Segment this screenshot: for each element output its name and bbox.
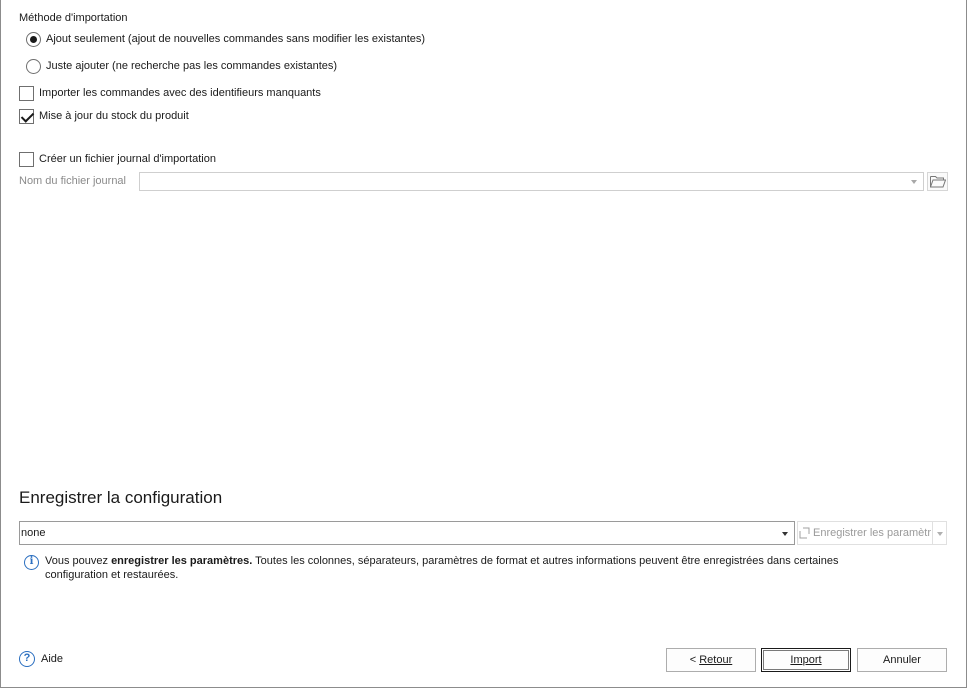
info-text-bold: enregistrer les paramètres. bbox=[111, 555, 253, 567]
config-selected-value: none bbox=[21, 527, 46, 539]
info-text-prefix: Vous pouvez bbox=[45, 555, 112, 567]
save-config-title: Enregistrer la configuration bbox=[19, 488, 223, 507]
save-settings-icon bbox=[799, 527, 810, 539]
back-button-label: Retour bbox=[699, 654, 733, 666]
checkbox-missing-ids-label: Importer les commandes avec des identifi… bbox=[39, 87, 321, 99]
radio-just-add[interactable]: Juste ajouter (ne recherche pas les comm… bbox=[26, 57, 337, 75]
save-settings-dropdown[interactable] bbox=[932, 522, 946, 544]
import-button-label: Import bbox=[790, 654, 822, 666]
chevron-down-icon bbox=[911, 180, 917, 184]
browse-folder-button[interactable] bbox=[927, 172, 948, 191]
radio-append-only-label: Ajout seulement (ajout de nouvelles comm… bbox=[46, 33, 426, 45]
save-settings-split-button[interactable]: Enregistrer les paramètr bbox=[797, 521, 947, 545]
log-file-combobox[interactable] bbox=[139, 172, 924, 191]
dialog-frame bbox=[0, 0, 967, 688]
save-settings-button[interactable]: Enregistrer les paramètr bbox=[798, 522, 932, 544]
log-file-label: Nom du fichier journal bbox=[19, 175, 126, 187]
info-text: Vous pouvez enregistrer les paramètres. … bbox=[45, 554, 838, 582]
checkbox-create-log[interactable]: Créer un fichier journal d'importation bbox=[19, 150, 216, 168]
back-button-prefix: < bbox=[689, 654, 700, 666]
radio-just-add-label: Juste ajouter (ne recherche pas les comm… bbox=[46, 60, 338, 72]
checkbox-box-create-log[interactable] bbox=[19, 151, 34, 167]
info-icon: i bbox=[24, 555, 39, 570]
checkbox-update-stock[interactable]: Mise à jour du stock du produit bbox=[19, 107, 189, 125]
back-button[interactable]: < Retour bbox=[666, 648, 756, 672]
help-link[interactable]: ? Aide bbox=[19, 651, 63, 667]
checkbox-create-log-label: Créer un fichier journal d'importation bbox=[39, 153, 216, 165]
save-settings-label: Enregistrer les paramètr bbox=[813, 527, 931, 539]
checkbox-box-update-stock[interactable] bbox=[19, 108, 34, 124]
radio-button-just-add[interactable] bbox=[26, 58, 41, 74]
checkbox-update-stock-label: Mise à jour du stock du produit bbox=[39, 110, 189, 122]
cancel-button-label: Annuler bbox=[883, 654, 921, 666]
checkbox-box-missing-ids[interactable] bbox=[19, 85, 34, 101]
info-text-line2: configuration et restaurées. bbox=[45, 569, 179, 581]
checkbox-missing-ids[interactable]: Importer les commandes avec des identifi… bbox=[19, 84, 321, 102]
save-config-info: i Vous pouvez enregistrer les paramètres… bbox=[24, 554, 924, 582]
config-combobox[interactable]: none bbox=[19, 521, 795, 545]
radio-append-only[interactable]: Ajout seulement (ajout de nouvelles comm… bbox=[26, 30, 425, 48]
radio-button-append-only[interactable] bbox=[26, 31, 41, 47]
import-method-label: Méthode d'importation bbox=[19, 12, 128, 24]
cancel-button[interactable]: Annuler bbox=[857, 648, 947, 672]
folder-open-icon bbox=[929, 176, 946, 188]
info-text-rest: Toutes les colonnes, séparateurs, paramè… bbox=[252, 555, 839, 567]
chevron-down-icon bbox=[782, 532, 788, 536]
help-icon: ? bbox=[19, 651, 35, 667]
help-label: Aide bbox=[41, 653, 64, 665]
import-button[interactable]: Import bbox=[761, 648, 851, 672]
